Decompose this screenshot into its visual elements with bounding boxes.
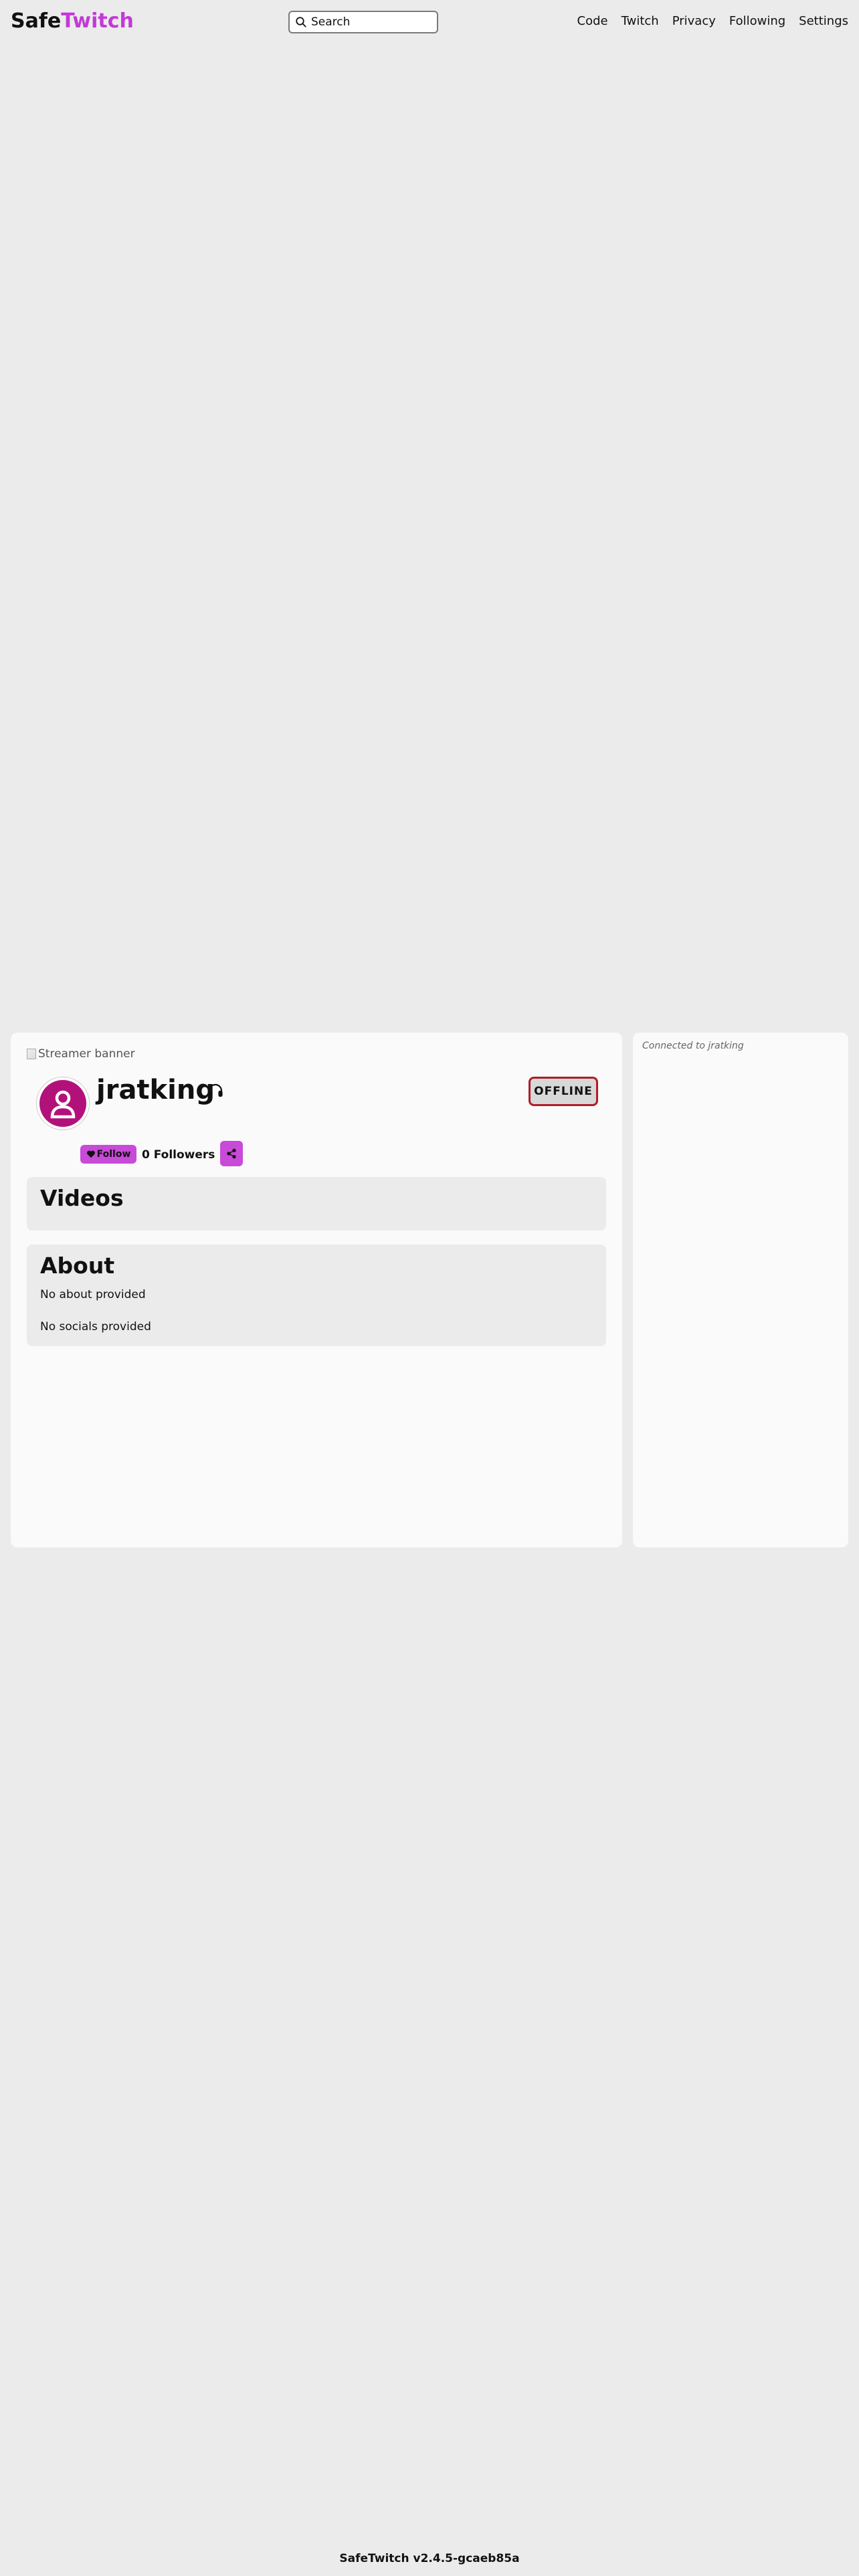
footer-version: SafeTwitch v2.4.5-gcaeb85a — [339, 2552, 520, 2565]
videos-heading: Videos — [40, 1185, 124, 1211]
banner-alt-text: Streamer banner — [38, 1047, 135, 1061]
brand-part-safe: Safe — [11, 9, 62, 33]
avatar-image — [39, 1080, 86, 1127]
nav-link-following[interactable]: Following — [729, 13, 785, 29]
heart-icon — [86, 1150, 95, 1158]
nav-link-privacy[interactable]: Privacy — [672, 13, 716, 29]
streamer-banner: Streamer banner — [27, 1047, 135, 1061]
nav-link-code[interactable]: Code — [577, 13, 608, 29]
navbar: SafeTwitch Code Twitch Privacy Following… — [0, 0, 859, 44]
share-button[interactable] — [220, 1141, 244, 1166]
brand-logo[interactable]: SafeTwitch — [11, 9, 134, 33]
broken-image-icon — [27, 1049, 36, 1059]
about-section: About No about provided No socials provi… — [27, 1245, 606, 1346]
follow-button[interactable]: Follow — [80, 1145, 136, 1164]
share-icon — [227, 1148, 237, 1159]
offline-status-badge: OFFLINE — [529, 1077, 598, 1106]
about-text: No about provided — [40, 1288, 146, 1301]
brand-part-twitch: Twitch — [61, 9, 134, 33]
streamer-username: jratking — [96, 1075, 215, 1105]
chat-connection-status: Connected to jratking — [642, 1041, 744, 1051]
search-icon — [296, 17, 306, 27]
headphones-icon — [208, 1083, 223, 1097]
videos-section: Videos — [27, 1177, 606, 1230]
search-input[interactable] — [311, 15, 425, 29]
streamer-panel: Streamer banner jratking OFFLINE Follow … — [11, 1033, 622, 1547]
followers-count: 0 Followers — [142, 1148, 215, 1162]
nav-link-twitch[interactable]: Twitch — [622, 13, 659, 29]
follow-label: Follow — [96, 1149, 131, 1160]
nav-link-settings[interactable]: Settings — [799, 13, 848, 29]
socials-text: No socials provided — [40, 1320, 151, 1333]
about-heading: About — [40, 1253, 115, 1279]
chat-panel: Connected to jratking — [633, 1033, 848, 1547]
user-icon — [50, 1090, 76, 1119]
avatar — [36, 1077, 90, 1130]
search-box[interactable] — [288, 11, 438, 33]
nav-links: Code Twitch Privacy Following Settings — [577, 13, 849, 29]
